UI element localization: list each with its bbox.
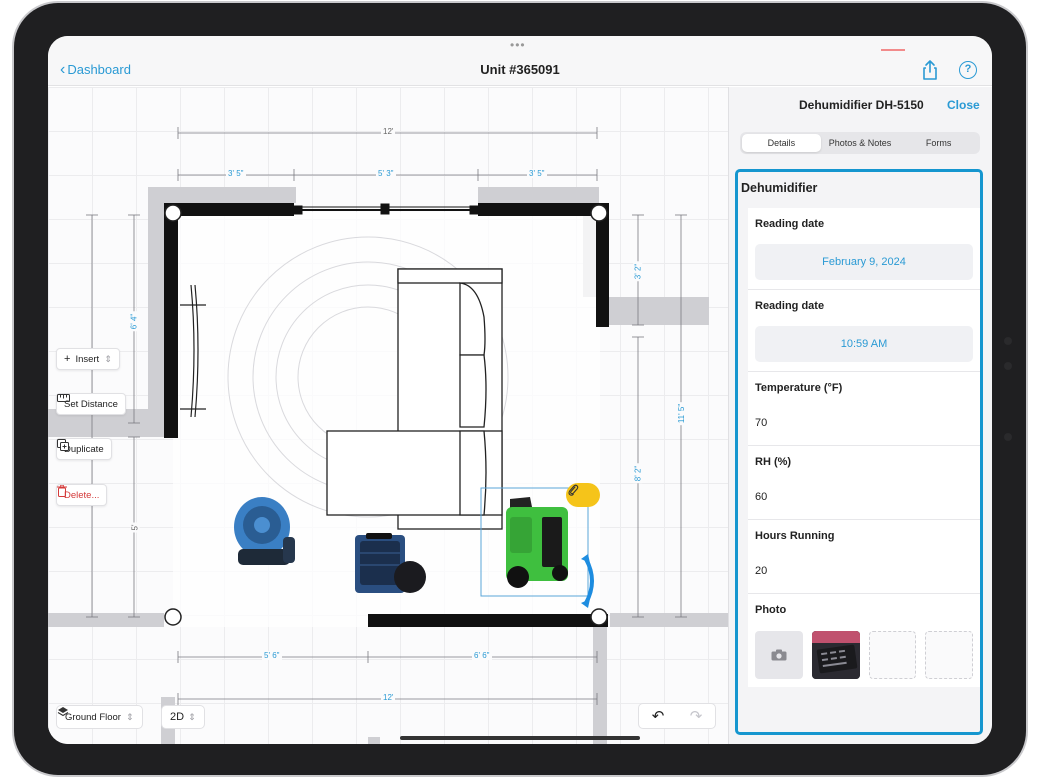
hours-running-input[interactable]: 20	[755, 542, 973, 593]
empty-photo-slot[interactable]	[925, 631, 973, 679]
tab-forms[interactable]: Forms	[899, 134, 978, 152]
chevron-updown-icon: ⇕	[104, 353, 112, 364]
share-icon[interactable]	[918, 58, 942, 82]
dim-label-right-upper: 3' 2"	[633, 261, 643, 282]
set-distance-button[interactable]: Set Distance	[56, 393, 126, 415]
field-label: RH (%)	[755, 456, 792, 468]
insert-button[interactable]: + Insert ⇕	[56, 348, 120, 370]
field-label: Reading date	[755, 300, 825, 312]
dehumidifier-card: Dehumidifier Reading date February 9, 20…	[735, 169, 983, 735]
dim-label-top-mid: 5' 3"	[376, 169, 396, 178]
trash-icon	[57, 485, 67, 497]
undo-redo-group: ↶ ↷	[638, 703, 716, 729]
close-button[interactable]: Close	[947, 98, 980, 112]
add-photo-button[interactable]	[755, 631, 803, 679]
side-button	[1004, 433, 1012, 441]
temperature-input[interactable]: 70	[755, 394, 973, 445]
field-label: Hours Running	[755, 530, 835, 542]
field-label: Photo	[755, 604, 787, 616]
view-mode-selector[interactable]: 2D ⇕	[161, 705, 205, 729]
rh-input[interactable]: 60	[755, 468, 973, 519]
recording-indicator	[881, 49, 905, 51]
reading-fields: Reading date February 9, 2024 Reading da…	[748, 208, 980, 687]
page-title: Unit #365091	[480, 62, 560, 77]
set-distance-label: Set Distance	[64, 398, 118, 410]
insert-label: Insert	[75, 353, 100, 365]
duplicate-label: Duplicate	[64, 443, 104, 455]
dim-label-bottom-right: 6' 6"	[472, 651, 492, 660]
empty-photo-slot[interactable]	[868, 631, 917, 679]
chevron-updown-icon: ⇕	[125, 711, 134, 722]
layers-icon	[57, 707, 69, 717]
duplicate-icon	[57, 439, 69, 451]
camera-icon	[771, 649, 787, 661]
delete-label: Delete...	[64, 489, 100, 501]
home-indicator	[400, 736, 640, 740]
reading-date-field: Reading date February 9, 2024	[748, 208, 980, 290]
section-title: Dehumidifier	[741, 181, 818, 195]
tab-photos-notes[interactable]: Photos & Notes	[821, 134, 900, 152]
reading-time-field: Reading date 10:59 AM	[748, 290, 980, 372]
dim-label-right-total: 11' 5"	[677, 401, 687, 426]
multitask-grabber[interactable]: •••	[510, 39, 526, 51]
floor-plan-canvas[interactable]: 12' 3' 5" 5' 3" 3' 5" 6' 4" 5' 3' 2" 8' …	[48, 87, 728, 744]
ruler-icon	[57, 394, 70, 402]
delete-button[interactable]: Delete...	[56, 484, 108, 506]
rotate-icon[interactable]	[580, 553, 602, 609]
dim-label-left-upper: 6' 4"	[129, 311, 139, 332]
dimension-lines	[86, 127, 687, 705]
panel-title: Dehumidifier DH-5150	[799, 98, 924, 112]
chevron-updown-icon: ⇕	[188, 711, 196, 722]
floor-selector[interactable]: Ground Floor ⇕	[56, 705, 143, 729]
redo-icon[interactable]: ↷	[677, 704, 715, 728]
field-label: Reading date	[755, 218, 825, 230]
panel-header: Dehumidifier DH-5150 Close	[729, 87, 992, 123]
paperclip-icon	[568, 484, 579, 496]
dim-label-bottom-left: 5' 6"	[262, 651, 282, 660]
rh-field: RH (%) 60	[748, 446, 980, 520]
field-label: Temperature (°F)	[755, 382, 843, 394]
side-button	[1004, 337, 1012, 345]
dim-label-top-right: 3' 5"	[527, 169, 547, 178]
side-button	[1004, 362, 1012, 370]
photo-image	[811, 631, 860, 679]
dim-label-bottom-total: 12'	[381, 693, 396, 702]
undo-icon[interactable]: ↶	[639, 704, 677, 728]
photo-thumbnail[interactable]	[811, 631, 860, 679]
dim-label-right-mid: 8' 2"	[633, 463, 643, 484]
view-mode-label: 2D	[170, 711, 185, 723]
nav-bar: ••• ‹ Dashboard Unit #365091 ?	[48, 36, 992, 86]
attachment-badge[interactable]	[566, 483, 600, 507]
date-picker[interactable]: February 9, 2024	[755, 244, 973, 280]
plus-icon: +	[64, 353, 71, 365]
time-picker[interactable]: 10:59 AM	[755, 326, 973, 362]
photo-field: Photo	[748, 594, 980, 687]
app-screen: ••• ‹ Dashboard Unit #365091 ? 12' 3' 5"…	[48, 36, 992, 744]
photo-row	[755, 616, 973, 687]
dim-label-top-left: 3' 5"	[226, 169, 246, 178]
help-icon[interactable]: ?	[959, 61, 977, 79]
tab-details[interactable]: Details	[742, 134, 821, 152]
temperature-field: Temperature (°F) 70	[748, 372, 980, 446]
duplicate-button[interactable]: Duplicate	[56, 438, 112, 460]
hours-running-field: Hours Running 20	[748, 520, 980, 594]
details-panel: Dehumidifier DH-5150 Close Details Photo…	[728, 87, 992, 744]
dim-label-top-total: 12'	[381, 127, 396, 136]
dim-label-left-lower: 5'	[130, 522, 140, 533]
panel-tabs: Details Photos & Notes Forms	[740, 132, 980, 154]
floor-label: Ground Floor	[65, 711, 121, 723]
